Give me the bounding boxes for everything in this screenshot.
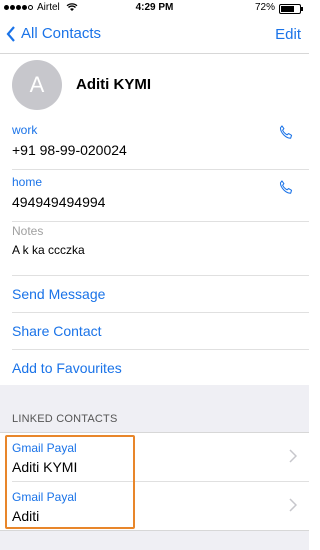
share-contact-button[interactable]: Share Contact xyxy=(12,313,309,350)
bottom-spacer xyxy=(0,530,309,550)
linked-contacts-header: LINKED CONTACTS xyxy=(0,385,309,433)
back-chevron-icon xyxy=(6,25,15,42)
phone-number: +91 98-99-020024 xyxy=(12,142,127,158)
section-title: LINKED CONTACTS xyxy=(12,413,118,425)
phone-number: 494949494994 xyxy=(12,194,106,210)
send-message-button[interactable]: Send Message xyxy=(12,276,309,313)
status-bar: Airtel 4:29 PM 72% xyxy=(0,0,309,18)
add-to-favourites-button[interactable]: Add to Favourites xyxy=(12,350,309,387)
notes-field[interactable]: Notes A k ka ccczka xyxy=(12,222,309,276)
contact-header: A Aditi KYMI xyxy=(0,54,309,114)
battery-percent: 72% xyxy=(254,2,275,13)
edit-button[interactable]: Edit xyxy=(275,26,301,43)
back-button[interactable]: All Contacts xyxy=(6,25,101,42)
phone-icon[interactable] xyxy=(277,124,295,142)
chevron-right-icon xyxy=(289,449,297,463)
phone-label: work xyxy=(12,123,38,137)
contact-detail-screen: Airtel 4:29 PM 72% All Contacts Edit A A… xyxy=(0,0,309,550)
phone-row-work[interactable]: work +91 98-99-020024 xyxy=(12,114,309,170)
notes-value: A k ka ccczka xyxy=(12,243,85,257)
chevron-right-icon xyxy=(289,498,297,512)
highlight-box xyxy=(5,435,135,529)
contact-name: Aditi KYMI xyxy=(76,76,151,93)
phone-label: home xyxy=(12,175,43,189)
navigation-bar: All Contacts Edit xyxy=(0,18,309,54)
phone-row-home[interactable]: home 494949494994 xyxy=(12,170,309,222)
phone-icon[interactable] xyxy=(277,179,295,197)
notes-label: Notes xyxy=(12,224,44,238)
avatar: A xyxy=(12,60,62,110)
battery-icon xyxy=(279,4,303,14)
back-button-label: All Contacts xyxy=(21,25,102,42)
